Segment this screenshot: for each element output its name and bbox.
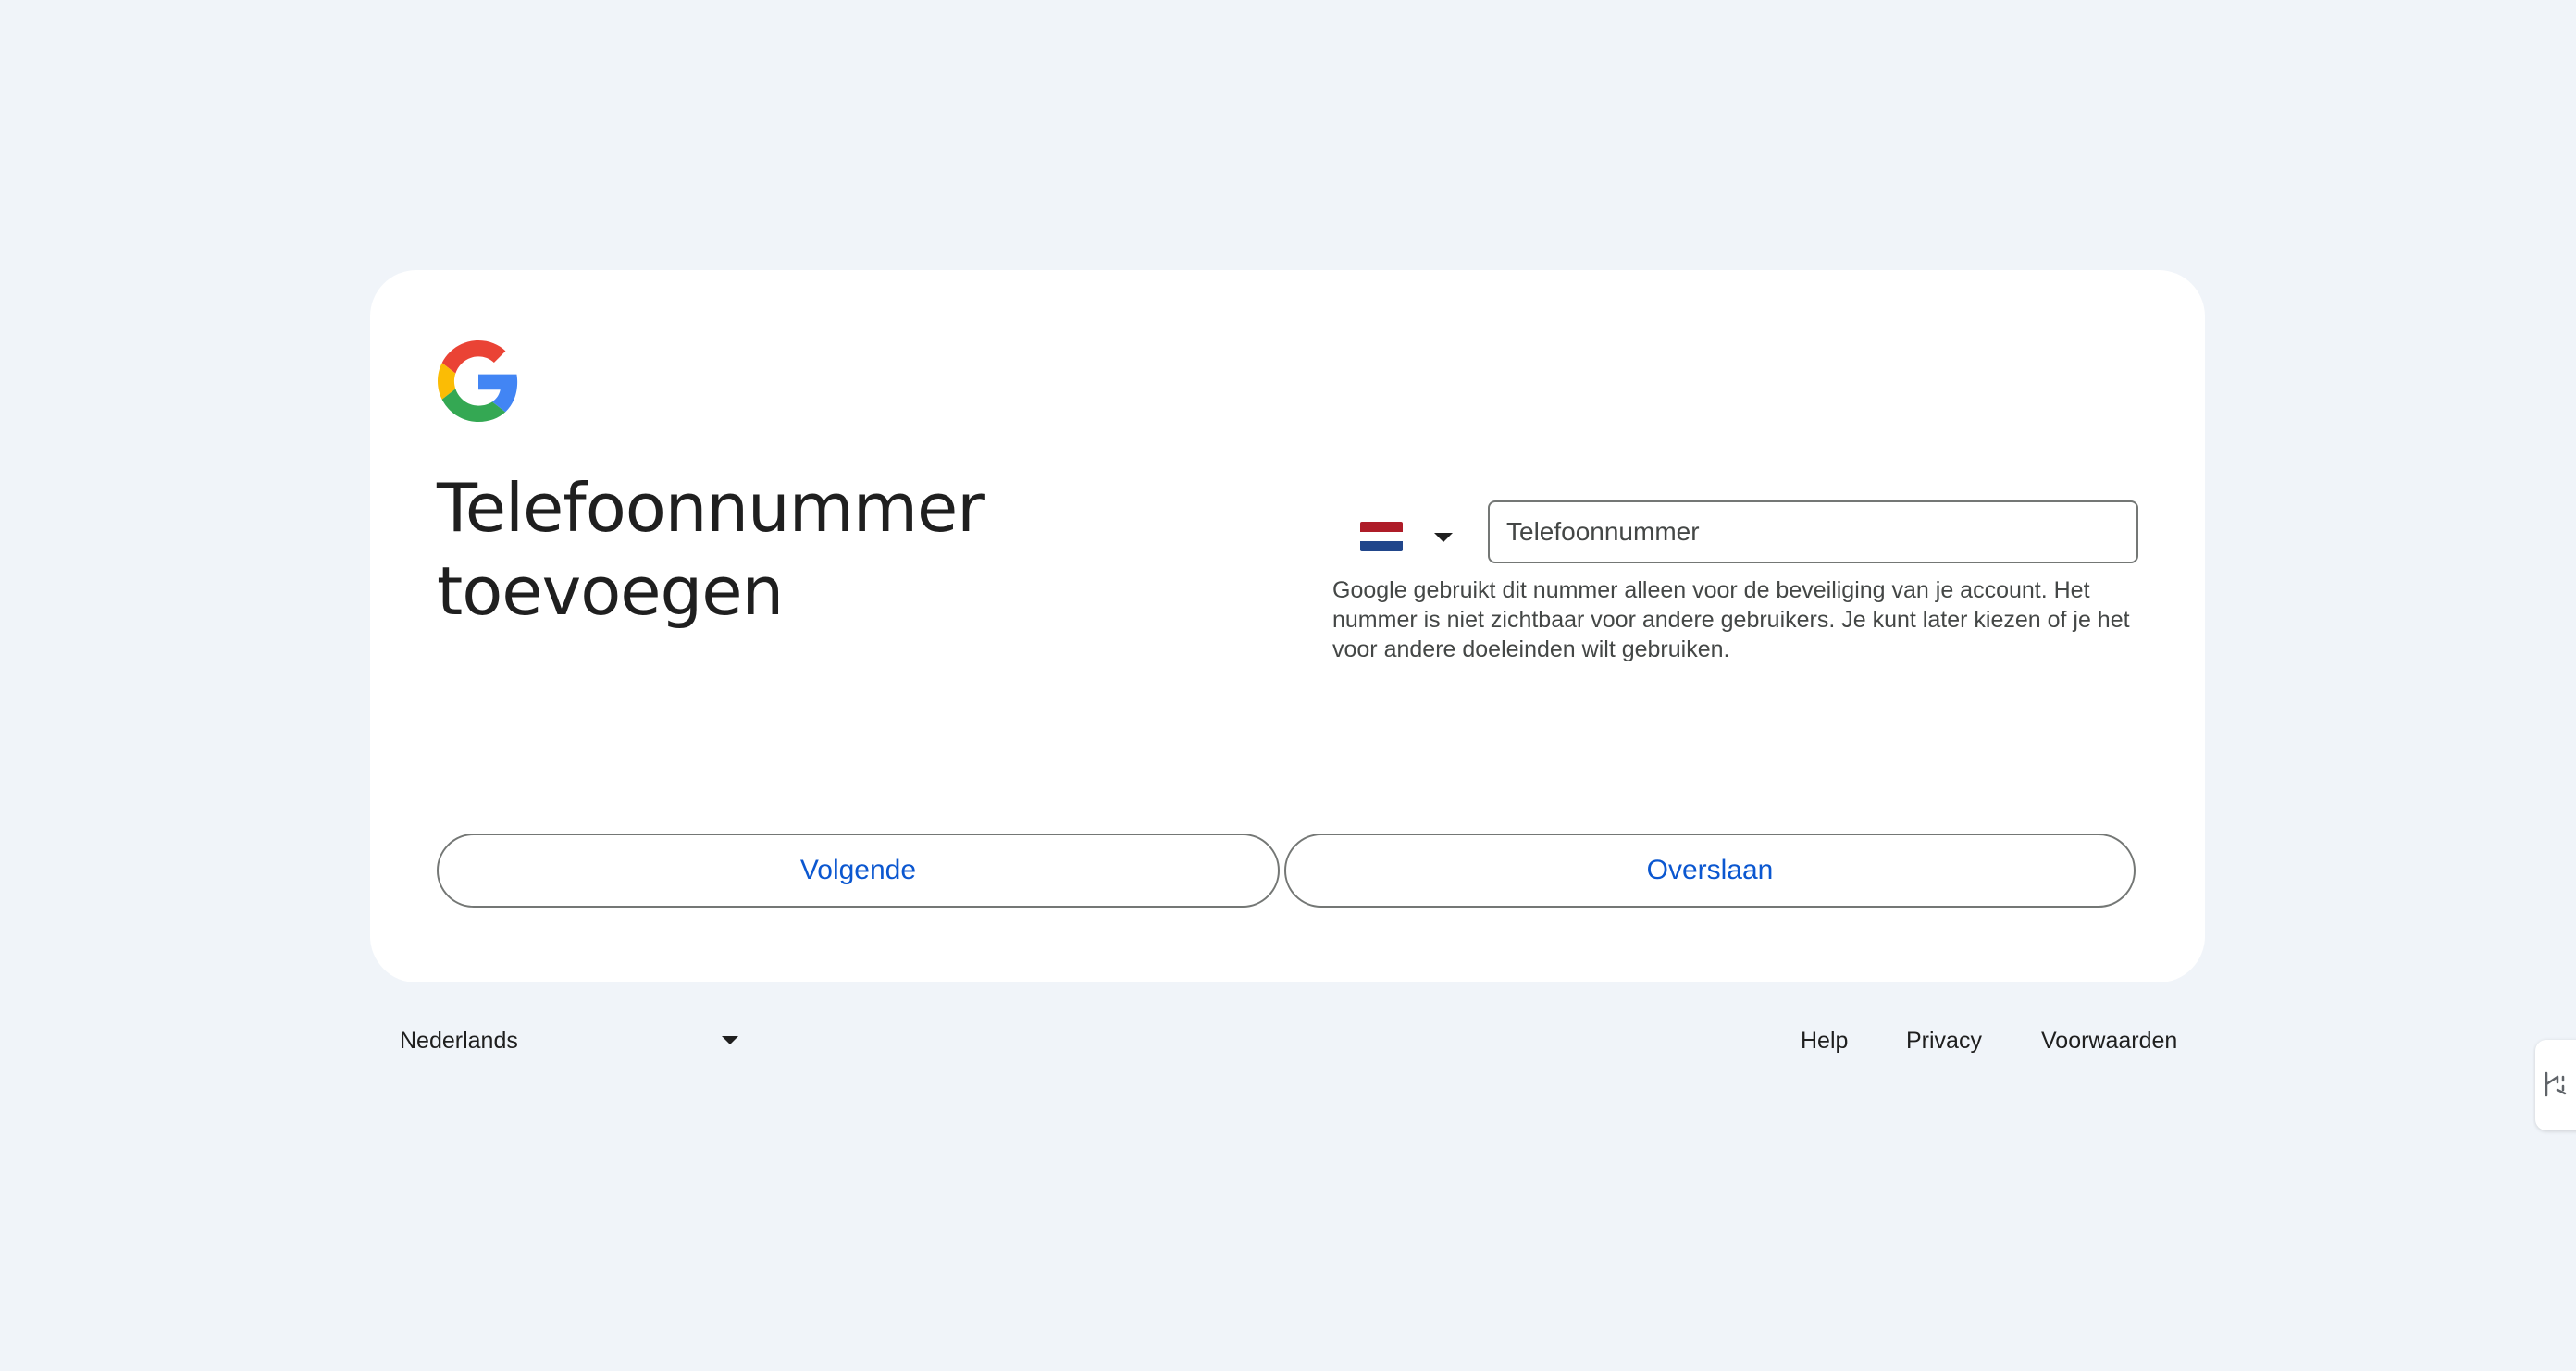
page-title-line2: toevoegen	[437, 552, 784, 630]
extension-handle-icon	[2545, 1071, 2567, 1097]
phone-number-input[interactable]	[1488, 500, 2138, 563]
page: Telefoonnummer toevoegen Google gebruikt…	[0, 0, 2576, 1371]
chevron-down-icon	[722, 1036, 738, 1044]
side-extension-tab[interactable]	[2535, 1040, 2576, 1130]
google-g-icon	[438, 340, 518, 422]
country-code-select[interactable]	[1349, 500, 1460, 574]
next-button[interactable]: Volgende	[437, 834, 1280, 908]
phone-card: Telefoonnummer toevoegen Google gebruikt…	[370, 270, 2205, 982]
skip-button[interactable]: Overslaan	[1284, 834, 2136, 908]
terms-link[interactable]: Voorwaarden	[2041, 1028, 2177, 1055]
netherlands-flag-icon	[1360, 522, 1403, 551]
privacy-link[interactable]: Privacy	[1906, 1028, 1982, 1055]
language-select[interactable]: Nederlands	[400, 1022, 738, 1063]
page-title-line1: Telefoonnummer	[437, 469, 985, 547]
footer: Nederlands Help Privacy Voorwaarden	[370, 1022, 2205, 1063]
language-label: Nederlands	[400, 1028, 518, 1054]
help-text: Google gebruikt dit nummer alleen voor d…	[1332, 577, 2130, 662]
caret-down-icon	[1434, 533, 1453, 542]
page-title: Telefoonnummer toevoegen	[437, 466, 1269, 633]
help-link[interactable]: Help	[1801, 1028, 1848, 1055]
